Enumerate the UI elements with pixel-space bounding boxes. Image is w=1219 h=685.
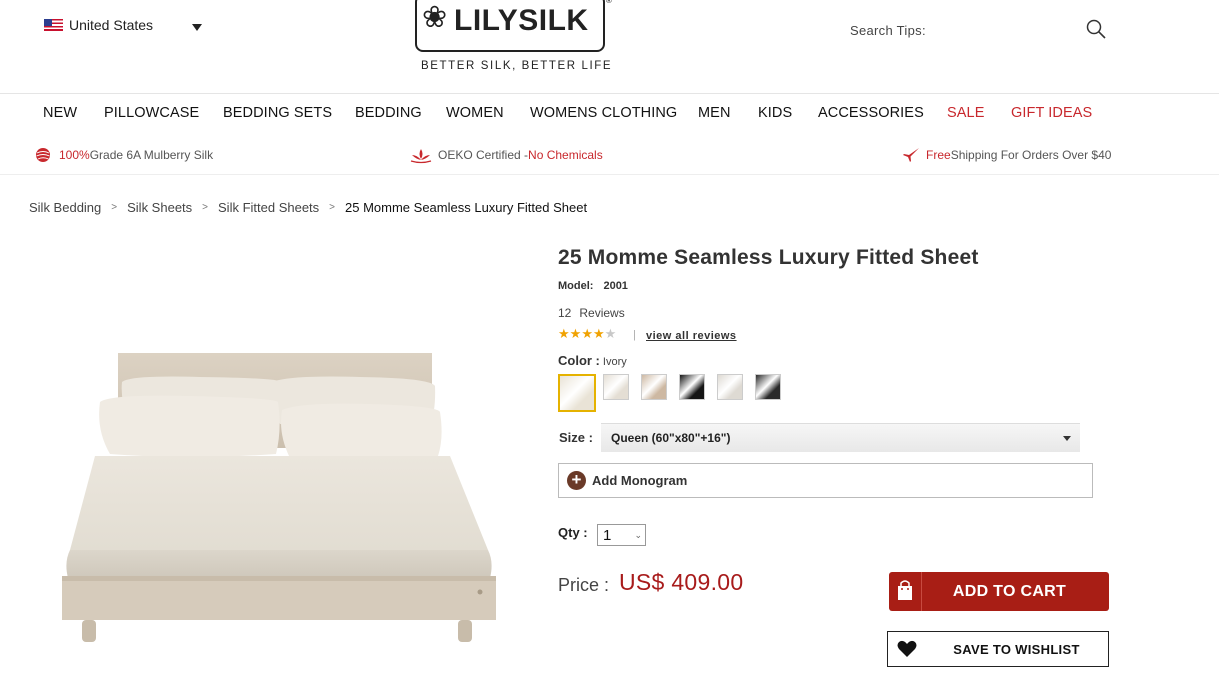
breadcrumb-silk-sheets[interactable]: Silk Sheets bbox=[127, 200, 192, 215]
reviews-label: Reviews bbox=[579, 306, 625, 320]
product-image[interactable] bbox=[50, 330, 520, 655]
monogram-label: Add Monogram bbox=[592, 473, 688, 488]
nav-item-accessories[interactable]: ACCESSORIES bbox=[818, 105, 924, 121]
add-to-cart-button[interactable]: ADD TO CART bbox=[889, 572, 1109, 611]
add-to-cart-label: ADD TO CART bbox=[952, 582, 1067, 600]
reviews-count: 12 Reviews bbox=[558, 306, 625, 320]
feature-3-highlight: Free bbox=[926, 148, 951, 162]
save-to-wishlist-button[interactable]: SAVE TO WISHLIST bbox=[887, 631, 1109, 667]
qty-label: Qty : bbox=[558, 525, 588, 540]
lily-flower-icon: ❀ bbox=[422, 0, 448, 35]
star-icon: ★ bbox=[592, 327, 605, 342]
caret-down-icon bbox=[1063, 436, 1071, 441]
price-value: US$ 409.00 bbox=[619, 569, 744, 595]
breadcrumb-separator: > bbox=[111, 202, 118, 213]
nav-item-bedding-sets[interactable]: BEDDING SETS bbox=[223, 105, 332, 121]
breadcrumb-separator: > bbox=[202, 202, 209, 213]
feature-strip: 100% Grade 6A Mulberry Silk OEKO Certifi… bbox=[0, 135, 1219, 175]
color-swatch[interactable] bbox=[641, 374, 667, 400]
site-header: United States ❀ LILYSILK ® BETTER SILK, … bbox=[0, 0, 1219, 94]
breadcrumb-silk-fitted-sheets[interactable]: Silk Fitted Sheets bbox=[218, 200, 319, 215]
airplane-icon bbox=[903, 148, 919, 162]
nav-item-womens-clothing[interactable]: WOMENS CLOTHING bbox=[530, 105, 677, 121]
rating-stars: ★ ★ ★ ★ ★ bbox=[558, 328, 616, 341]
silk-ball-icon bbox=[36, 148, 50, 162]
nav-item-kids[interactable]: KIDS bbox=[758, 105, 792, 121]
star-icon: ★ bbox=[604, 327, 617, 342]
nav-item-gift-ideas[interactable]: GIFT IDEAS bbox=[1011, 105, 1092, 121]
wishlist-label: SAVE TO WISHLIST bbox=[953, 641, 1080, 657]
search-input[interactable]: Search Tips: bbox=[850, 23, 926, 38]
tagline: BETTER SILK, BETTER LIFE bbox=[421, 60, 613, 72]
caret-down-icon[interactable] bbox=[192, 24, 202, 31]
registered-mark: ® bbox=[606, 0, 612, 5]
lotus-icon bbox=[410, 149, 432, 164]
breadcrumb-current: 25 Momme Seamless Luxury Fitted Sheet bbox=[345, 200, 588, 215]
country-selector[interactable]: United States bbox=[44, 17, 153, 33]
color-swatch-ivory[interactable] bbox=[558, 374, 596, 412]
feature-3-text: Shipping For Orders Over $40 bbox=[950, 148, 1112, 162]
us-flag-icon bbox=[44, 19, 63, 31]
nav-item-new[interactable]: NEW bbox=[43, 105, 77, 121]
nav-item-women[interactable]: WOMEN bbox=[446, 105, 504, 121]
nav-item-bedding[interactable]: BEDDING bbox=[355, 105, 422, 121]
color-swatch[interactable] bbox=[717, 374, 743, 400]
view-all-reviews-link[interactable]: view all reviews bbox=[646, 330, 737, 342]
chevron-down-icon: ⌄ bbox=[634, 530, 642, 540]
product-title: 25 Momme Seamless Luxury Fitted Sheet bbox=[558, 246, 979, 269]
reviews-number: 12 bbox=[558, 306, 572, 320]
country-label: United States bbox=[69, 17, 154, 33]
selected-color: Ivory bbox=[602, 356, 627, 368]
qty-select[interactable]: 1 ⌄ bbox=[597, 524, 646, 546]
feature-1-highlight: 100% bbox=[59, 148, 90, 162]
size-select[interactable]: Queen (60"x80"+16") bbox=[601, 423, 1080, 452]
nav-item-pillowcase[interactable]: PILLOWCASE bbox=[104, 105, 199, 121]
color-swatch[interactable] bbox=[603, 374, 629, 400]
feature-mulberry-silk: 100% Grade 6A Mulberry Silk bbox=[35, 146, 213, 164]
logo-wordmark: LILYSILK bbox=[454, 4, 589, 37]
color-swatch[interactable] bbox=[679, 374, 705, 400]
feature-oeko: OEKO Certified - No Chemicals bbox=[410, 146, 603, 164]
add-monogram-button[interactable]: + Add Monogram bbox=[558, 463, 1093, 498]
search-icon[interactable] bbox=[1086, 19, 1106, 39]
feature-1-text: Grade 6A Mulberry Silk bbox=[89, 148, 214, 162]
price-label: Price : bbox=[558, 575, 610, 595]
breadcrumb-separator: > bbox=[329, 202, 336, 213]
model-value: 2001 bbox=[603, 280, 628, 292]
feature-free-shipping: Free Shipping For Orders Over $40 bbox=[902, 146, 1111, 164]
breadcrumb: Silk Bedding > Silk Sheets > Silk Fitted… bbox=[29, 200, 587, 215]
feature-2-text: OEKO Certified - bbox=[438, 148, 529, 162]
star-icon: ★ bbox=[581, 327, 593, 342]
feature-2-highlight: No Chemicals bbox=[528, 148, 603, 162]
star-icon: ★ bbox=[558, 327, 570, 342]
size-value: Queen (60"x80"+16") bbox=[611, 431, 731, 445]
breadcrumb-silk-bedding[interactable]: Silk Bedding bbox=[29, 200, 101, 215]
model-label: Model: bbox=[558, 280, 594, 292]
color-swatch[interactable] bbox=[755, 374, 781, 400]
nav-item-men[interactable]: MEN bbox=[698, 105, 731, 121]
reviews-divider: | bbox=[633, 329, 636, 341]
main-nav: NEW PILLOWCASE BEDDING SETS BEDDING WOME… bbox=[0, 95, 1219, 133]
nav-item-sale[interactable]: SALE bbox=[947, 105, 984, 121]
star-icon: ★ bbox=[569, 327, 582, 342]
plus-circle-icon: + bbox=[567, 471, 586, 490]
color-label: Color : Ivory bbox=[558, 353, 627, 368]
shopping-bag-icon bbox=[889, 572, 922, 611]
heart-icon bbox=[897, 640, 917, 657]
product-model: Model: 2001 bbox=[558, 280, 628, 292]
qty-value: 1 bbox=[603, 527, 612, 544]
size-label: Size : bbox=[559, 430, 593, 445]
color-label-text: Color : bbox=[558, 353, 600, 368]
